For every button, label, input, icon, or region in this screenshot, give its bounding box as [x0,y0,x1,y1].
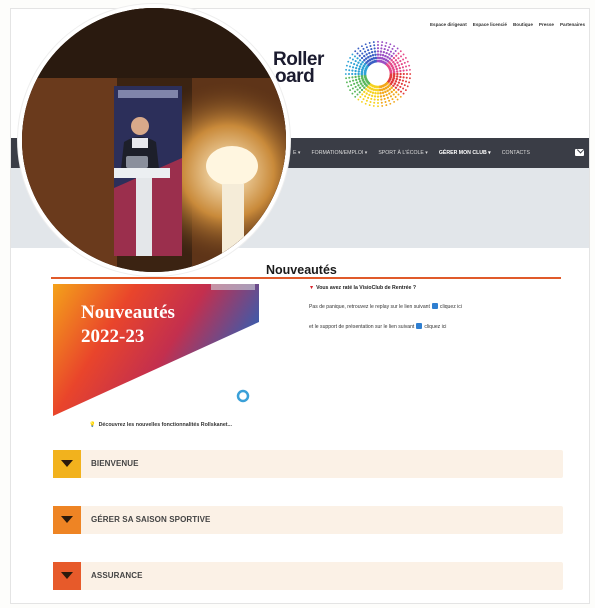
banner-line-2: 2022-23 [81,326,144,347]
news-block: ▼ Vous avez raté la VisioClub de Rentrée … [309,285,579,343]
nav-item-contacts[interactable]: CONTACTS [502,150,530,156]
accordion-label: GÉRER SA SAISON SPORTIVE [91,515,211,524]
top-links: Espace dirigeant Espace licencié Boutiqu… [430,22,585,27]
link-icon [431,303,438,309]
nav-item-gerer-mon-club[interactable]: GÉRER MON CLUB ▾ [439,150,491,156]
logo-burst-icon [344,40,412,108]
replay-line: Pas de panique, retrouvez le replay sur … [309,303,579,310]
logo-line-2: oard [275,66,315,87]
accordion-label: ASSURANCE [91,571,143,580]
banner-caption: 💡 Découvrez les nouvelles fonctionnalités… [89,422,232,428]
support-link[interactable]: cliquez ici [424,324,446,330]
section-title: Nouveautés [266,263,337,277]
top-link-licencie[interactable]: Espace licencié [473,22,507,27]
chevron-down-icon [53,506,81,534]
nav-item-partial[interactable]: E ▾ [293,150,301,156]
support-line: et le support de présentation sur le lie… [309,323,579,330]
alert-icon: ▼ [309,285,315,291]
nouveautes-banner[interactable]: Nouveautés 2022-23 [53,284,259,416]
replay-link[interactable]: cliquez ici [440,304,462,310]
lightbulb-icon: 💡 [89,422,96,428]
chevron-down-icon [53,562,81,590]
top-link-boutique[interactable]: Boutique [513,22,533,27]
accordion-bienvenue[interactable]: BIENVENUE [53,450,563,478]
site-logo[interactable]: Roller oard [273,50,324,87]
accordion-label: BIENVENUE [91,459,139,468]
news-headline: ▼ Vous avez raté la VisioClub de Rentrée … [309,285,579,291]
news-headline-text: Vous avez raté la VisioClub de Rentrée ? [316,285,416,291]
top-link-presse[interactable]: Presse [539,22,554,27]
nav-item-sport-ecole[interactable]: SPORT À L'ÉCOLE ▾ [378,150,428,156]
support-text: et le support de présentation sur le lie… [309,324,415,330]
replay-text: Pas de panique, retrouvez le replay sur … [309,304,430,310]
nav-item-formation-emploi[interactable]: FORMATION/EMPLOI ▾ [312,150,368,156]
mail-icon[interactable] [575,149,584,156]
speaker-photo [18,4,290,276]
top-link-partenaires[interactable]: Partenaires [560,22,585,27]
banner-caption-text: Découvrez les nouvelles fonctionnalités … [98,422,232,428]
section-divider [51,277,561,279]
link-icon [416,323,423,329]
banner-line-1: Nouveautés [81,302,175,323]
accordion-gerer-saison[interactable]: GÉRER SA SAISON SPORTIVE [53,506,563,534]
screen-frame: Espace dirigeant Espace licencié Boutiqu… [0,0,595,608]
chevron-down-icon [53,450,81,478]
accordion-assurance[interactable]: ASSURANCE [53,562,563,590]
top-link-dirigeant[interactable]: Espace dirigeant [430,22,467,27]
